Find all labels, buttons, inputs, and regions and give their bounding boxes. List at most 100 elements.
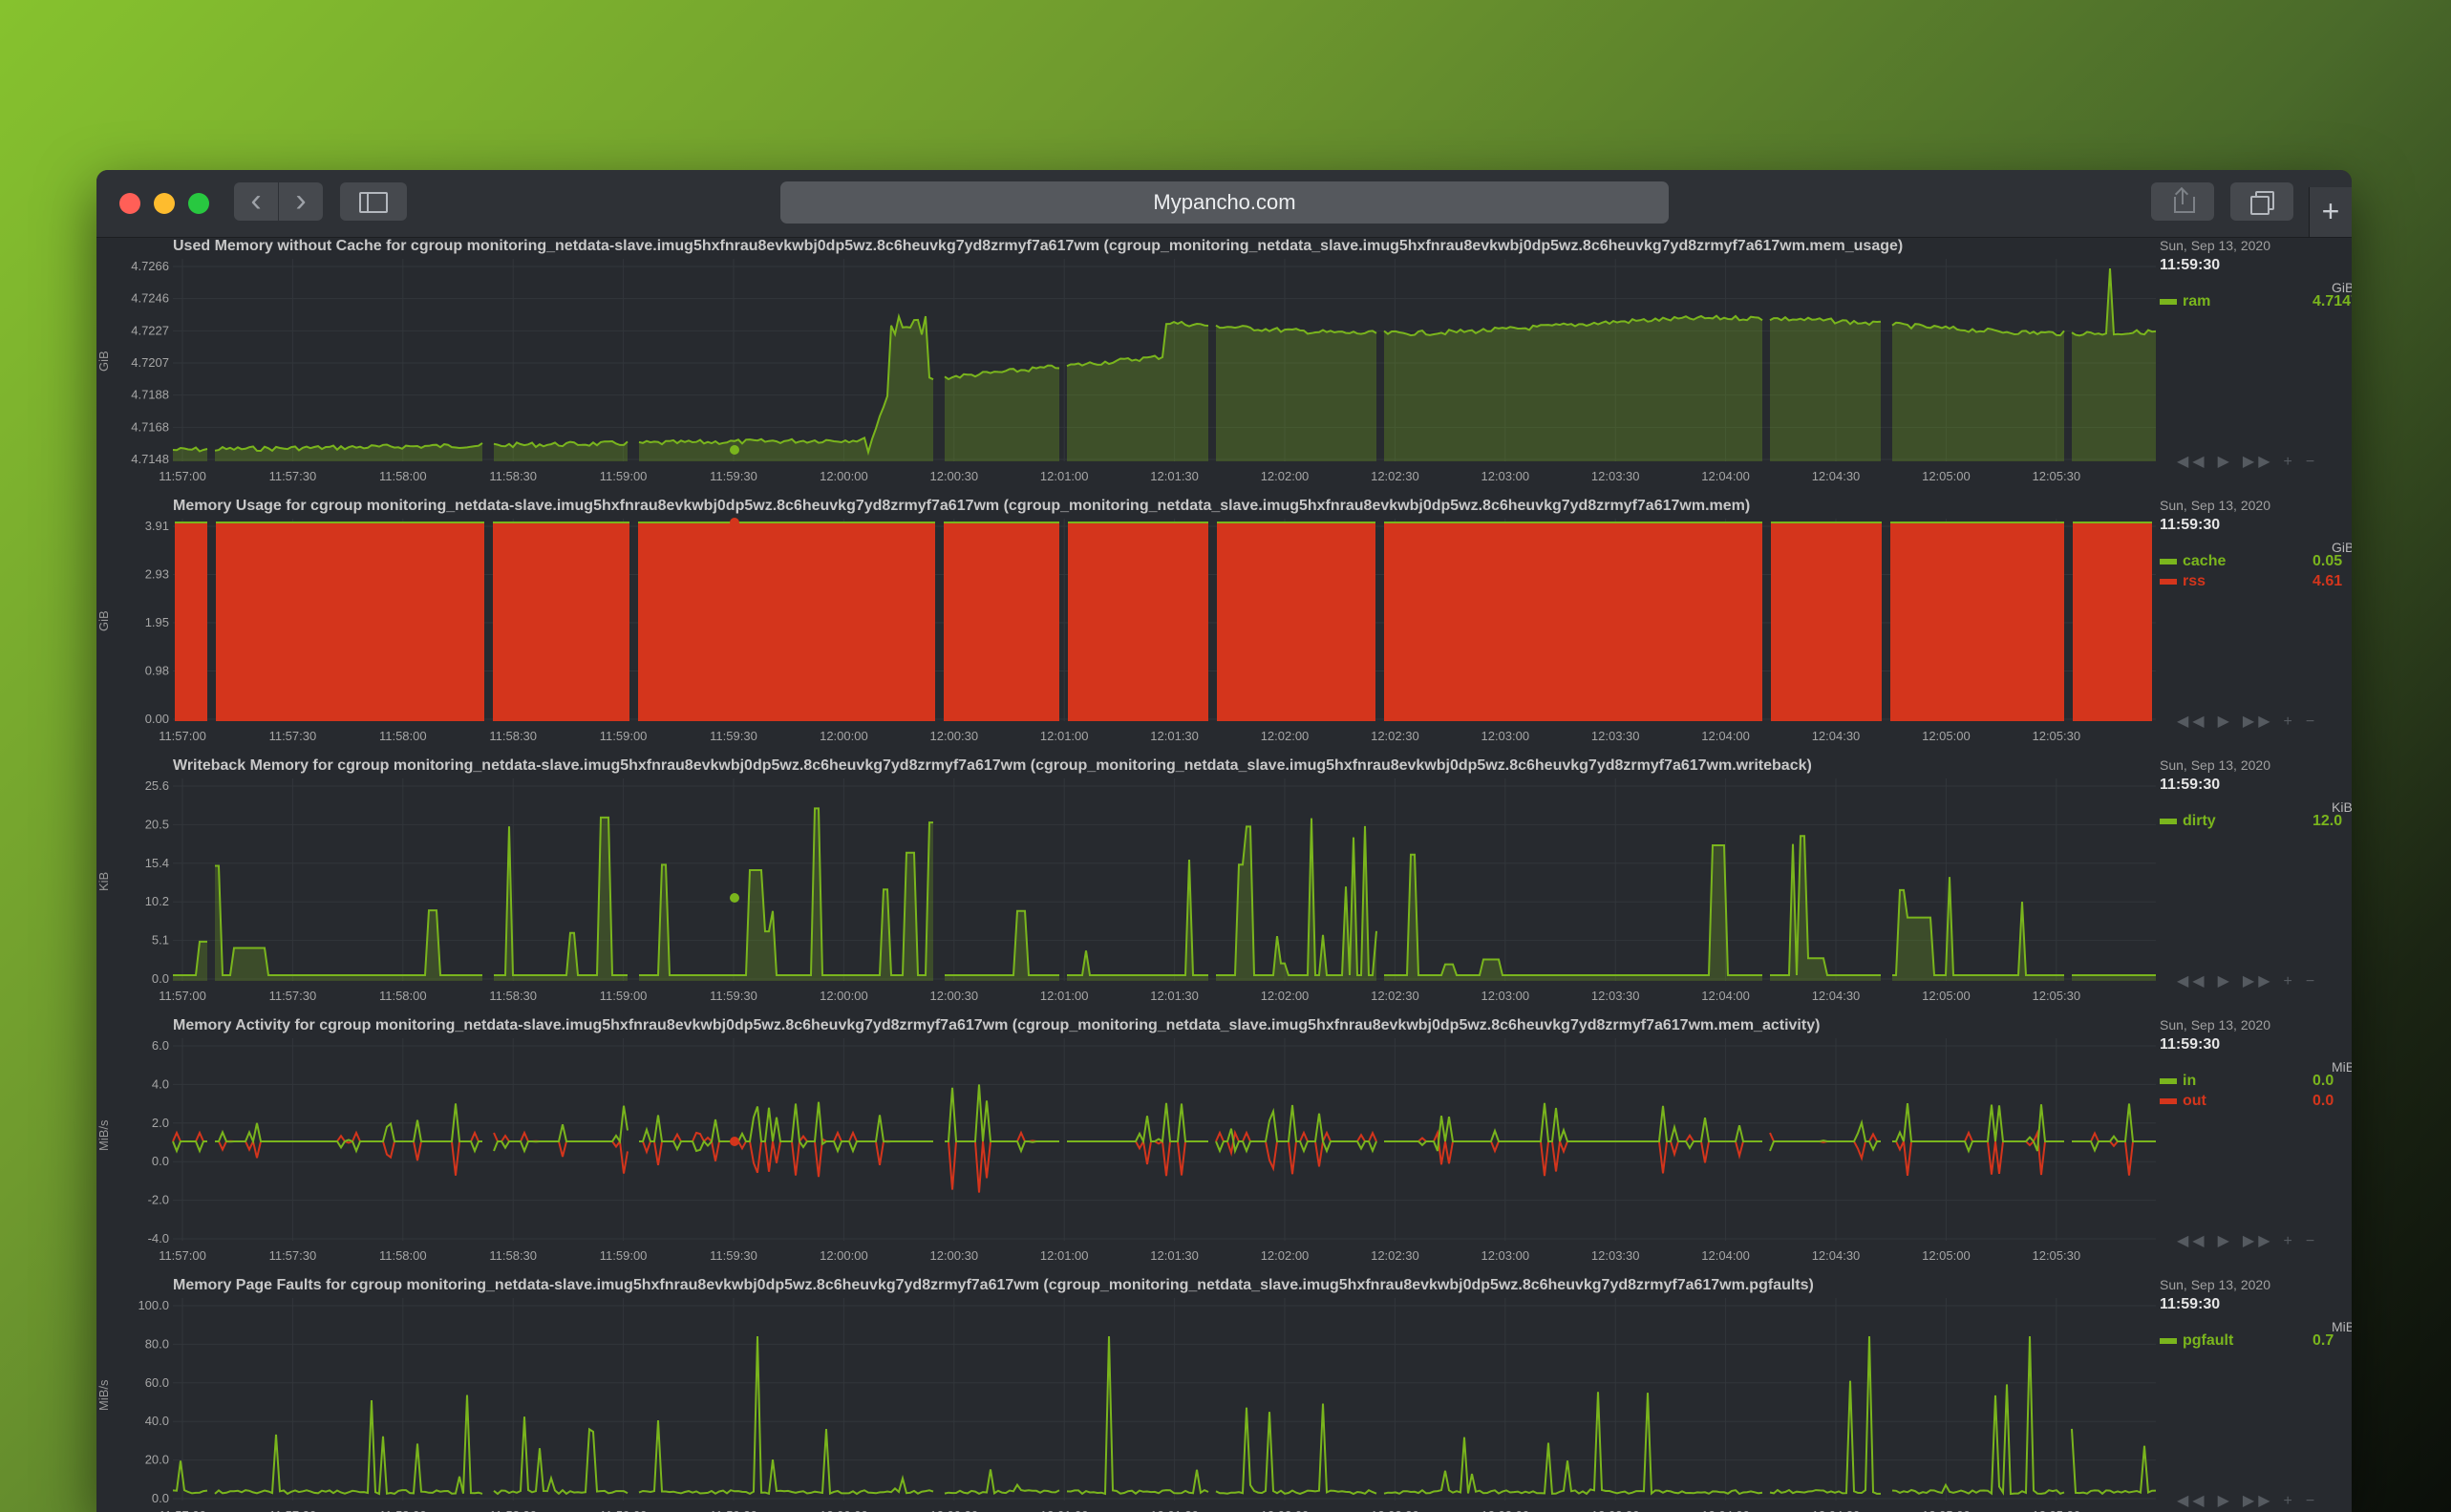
- y-tick-label: 100.0: [138, 1298, 169, 1312]
- series-line: [2072, 1103, 2156, 1153]
- legend-item[interactable]: rss: [2160, 573, 2206, 590]
- y-tick-label: 4.7207: [131, 355, 169, 370]
- x-tick-label: 11:58:30: [489, 1248, 537, 1263]
- y-tick-label: 40.0: [145, 1414, 169, 1428]
- forward-button[interactable]: ›: [279, 182, 323, 221]
- x-tick-label: 12:00:00: [820, 729, 868, 743]
- play-icon[interactable]: ▶: [2218, 713, 2233, 730]
- chart-svg[interactable]: 4.7266 4.7246 4.7227 4.7207 4.7188 4.7168 4.71…: [116, 259, 2157, 490]
- series-line: [638, 1335, 934, 1496]
- legend-name: rss: [2183, 573, 2206, 589]
- legend-item[interactable]: out: [2160, 1093, 2206, 1110]
- zoom-in-icon[interactable]: +: [2284, 973, 2296, 990]
- share-button[interactable]: [2151, 182, 2214, 221]
- minimize-window-button[interactable]: [154, 193, 175, 214]
- zoom-in-icon[interactable]: +: [2284, 1233, 2296, 1249]
- play-icon[interactable]: ▶: [2218, 454, 2233, 470]
- zoom-out-icon[interactable]: −: [2306, 454, 2318, 470]
- chart-svg[interactable]: 25.6 20.5 15.4 10.2 5.1 0.0 11:57:00 11:57:30 11…: [116, 778, 2156, 1010]
- y-tick-label: 4.7227: [131, 323, 169, 337]
- rss-area: [2073, 522, 2152, 721]
- legend-name: in: [2183, 1073, 2197, 1089]
- chart-svg[interactable]: 3.91 2.93 1.95 0.98 0.00 11:57:00 11:57:30 11:5…: [116, 518, 2156, 750]
- x-tick-label: 11:59:00: [600, 989, 648, 1003]
- series-line: [1384, 844, 1762, 976]
- chart-svg[interactable]: 100.0 80.0 60.0 40.0 20.0 0.0 11:57:00 11:57:30…: [116, 1298, 2157, 1512]
- legend-item[interactable]: in: [2160, 1073, 2196, 1090]
- zoom-out-icon[interactable]: −: [2306, 1233, 2318, 1249]
- y-axis-unit: KiB: [96, 871, 111, 891]
- rewind-icon[interactable]: ◀◀: [2177, 1493, 2208, 1509]
- legend-date: Sun, Sep 13, 2020: [2160, 238, 2270, 253]
- x-tick-label: 11:57:00: [159, 729, 206, 743]
- x-tick-label: 12:05:00: [1922, 469, 1971, 483]
- legend-time: 11:59:30: [2160, 777, 2221, 793]
- rss-area: [638, 522, 935, 721]
- fast-forward-icon[interactable]: ▶▶: [2243, 713, 2274, 730]
- legend-swatch: [2160, 818, 2177, 824]
- zoom-in-icon[interactable]: +: [2284, 1493, 2296, 1509]
- x-tick-label: 11:58:30: [489, 1508, 537, 1512]
- play-icon[interactable]: ▶: [2218, 973, 2233, 990]
- x-tick-label: 12:00:00: [820, 989, 868, 1003]
- chart-svg[interactable]: 6.0 4.0 2.0 0.0 -2.0 -4.0 11:57:00 11:57:30 11:5…: [116, 1038, 2156, 1269]
- play-icon[interactable]: ▶: [2218, 1233, 2233, 1249]
- zoom-in-icon[interactable]: +: [2284, 713, 2296, 730]
- rewind-icon[interactable]: ◀◀: [2177, 973, 2208, 990]
- y-tick-label: 0.0: [152, 971, 169, 986]
- fast-forward-icon[interactable]: ▶▶: [2243, 1233, 2274, 1249]
- legend-item[interactable]: dirty: [2160, 813, 2216, 830]
- zoom-out-icon[interactable]: −: [2306, 713, 2318, 730]
- rewind-icon[interactable]: ◀◀: [2177, 1233, 2208, 1249]
- back-button[interactable]: ‹: [234, 182, 279, 221]
- x-tick-label: 12:01:00: [1040, 469, 1089, 483]
- series-line: [1892, 1103, 2064, 1154]
- x-tick-label: 11:57:00: [159, 469, 206, 483]
- x-tick-label: 11:58:00: [379, 1248, 427, 1263]
- chart-title: Used Memory without Cache for cgroup mon…: [173, 238, 1904, 254]
- rss-area: [175, 522, 207, 721]
- series-line: [215, 1103, 482, 1154]
- rewind-icon[interactable]: ◀◀: [2177, 454, 2208, 470]
- series-line: [2072, 1131, 2156, 1176]
- fast-forward-icon[interactable]: ▶▶: [2243, 1493, 2274, 1509]
- legend-item[interactable]: ram: [2160, 293, 2210, 310]
- x-tick-label: 12:01:00: [1040, 729, 1089, 743]
- sidebar-toggle-button[interactable]: [340, 182, 407, 221]
- rewind-icon[interactable]: ◀◀: [2177, 713, 2208, 730]
- new-tab-button[interactable]: +: [2309, 187, 2352, 237]
- x-tick-label: 12:00:30: [929, 469, 978, 483]
- x-tick-label: 11:57:30: [269, 989, 317, 1003]
- fast-forward-icon[interactable]: ▶▶: [2243, 454, 2274, 470]
- zoom-out-icon[interactable]: −: [2306, 973, 2318, 990]
- close-window-button[interactable]: [119, 193, 140, 214]
- legend-date: Sun, Sep 13, 2020: [2160, 498, 2270, 513]
- chart-plot: 100.0 80.0 60.0 40.0 20.0 0.0 11:57:00 11:57:30…: [138, 1298, 2157, 1512]
- rss-area: [1068, 522, 1208, 721]
- legend-name: dirty: [2183, 813, 2216, 829]
- maximize-window-button[interactable]: [188, 193, 209, 214]
- y-tick-label: 80.0: [145, 1336, 169, 1351]
- play-icon[interactable]: ▶: [2218, 1493, 2233, 1509]
- legend-item[interactable]: cache: [2160, 553, 2226, 570]
- chart-1: Memory Usage for cgroup monitoring_netda…: [96, 498, 2352, 757]
- zoom-in-icon[interactable]: +: [2284, 454, 2296, 470]
- y-tick-label: 4.7188: [131, 388, 169, 402]
- x-tick-label: 12:04:30: [1812, 729, 1861, 743]
- x-tick-label: 12:04:00: [1701, 729, 1750, 743]
- y-axis-unit: GiB: [96, 351, 111, 372]
- show-tabs-button[interactable]: [2230, 182, 2293, 221]
- fast-forward-icon[interactable]: ▶▶: [2243, 973, 2274, 990]
- y-axis-unit: GiB: [96, 610, 111, 631]
- y-tick-label: 25.6: [145, 778, 169, 793]
- zoom-out-icon[interactable]: −: [2306, 1493, 2318, 1509]
- legend-item[interactable]: pgfault: [2160, 1332, 2233, 1350]
- legend-swatch: [2160, 298, 2177, 305]
- x-tick-label: 12:04:00: [1701, 1248, 1750, 1263]
- series-line: [493, 1130, 629, 1174]
- address-bar[interactable]: Mypancho.com: [780, 181, 1669, 224]
- x-tick-label: 12:00:30: [929, 989, 978, 1003]
- legend-swatch: [2160, 1097, 2177, 1104]
- series-line: [1891, 1335, 2065, 1496]
- y-tick-label: 3.91: [145, 519, 169, 533]
